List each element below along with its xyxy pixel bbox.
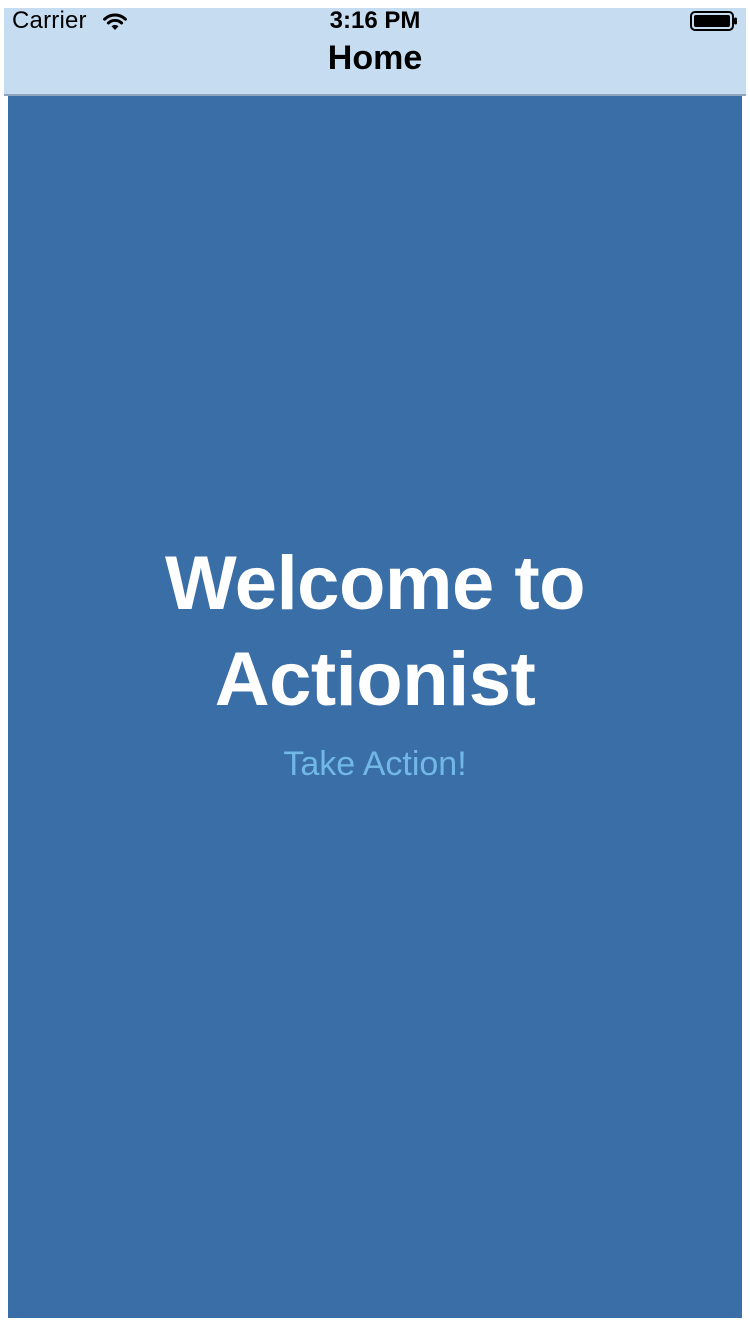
navigation-bar: Carrier 3:16 PM Home	[4, 8, 746, 96]
home-content: Welcome to Actionist Take Action!	[8, 96, 742, 1318]
wifi-icon	[101, 11, 129, 31]
carrier-label: Carrier	[12, 7, 87, 34]
welcome-heading: Welcome to Actionist	[8, 536, 742, 728]
take-action-button[interactable]: Take Action!	[8, 741, 742, 787]
app-screen: Carrier 3:16 PM Home Welcome to Actionis…	[0, 0, 750, 1334]
welcome-heading-line-1: Welcome to	[164, 541, 586, 626]
page-title: Home	[327, 39, 423, 77]
welcome-heading-line-2: Actionist	[214, 637, 536, 722]
battery-icon	[690, 11, 738, 31]
